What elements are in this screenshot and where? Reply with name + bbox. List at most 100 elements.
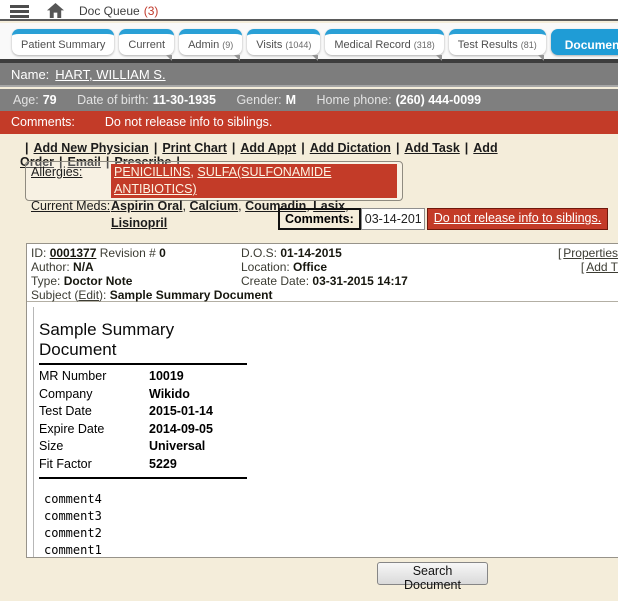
med-item[interactable]: Lisinopril	[111, 216, 167, 230]
age-value: 79	[42, 93, 57, 107]
action-link-print-chart[interactable]: Print Chart	[162, 141, 227, 155]
tab-patient-summary[interactable]: Patient Summary	[12, 29, 115, 55]
create-date-line: Create Date: 03-31-2015 14:17	[241, 274, 408, 288]
comments-label: Comments:	[278, 208, 361, 230]
age-group: Age: 79	[13, 93, 57, 107]
link-separator: |	[464, 141, 469, 155]
create-date-label: Create Date:	[241, 274, 310, 288]
document-field-row: Fit Factor 5229	[39, 456, 247, 474]
document-field-row: Size Universal	[39, 438, 247, 456]
tab-count-badge: (1044)	[285, 39, 312, 50]
queue-count-badge: (3)	[143, 4, 159, 18]
tab-label: Test Results	[457, 38, 518, 51]
field-value: 2014-09-05	[149, 421, 213, 436]
type-label: Type:	[31, 274, 61, 288]
dob-group: Date of birth: 11-30-1935	[77, 93, 216, 107]
tab-admin[interactable]: Admin (9)	[179, 29, 243, 61]
med-item[interactable]: Calcium	[190, 199, 239, 213]
tab-label: Medical Record	[334, 38, 411, 51]
subject-edit-link[interactable]: Edit	[78, 288, 99, 302]
id-label: ID:	[31, 246, 47, 260]
app-window: Doc Queue (3) Patient Summary Current Admin…	[0, 0, 618, 601]
tab-current[interactable]: Current	[119, 29, 175, 61]
action-link-add-dictation[interactable]: Add Dictation	[310, 141, 391, 155]
tab-document-s[interactable]: Document S	[550, 29, 618, 55]
home-icon[interactable]	[47, 3, 64, 18]
document-field-row: MR Number 10019	[39, 368, 247, 386]
author-line: Author: N/A	[31, 260, 272, 274]
action-link-add-new-physician[interactable]: Add New Physician	[34, 141, 149, 155]
menu-icon[interactable]	[10, 5, 29, 18]
dos-label: D.O.S:	[241, 246, 278, 260]
tab-label: Visits	[256, 38, 283, 51]
properties-link[interactable]: Properties	[563, 246, 618, 260]
patient-name-link[interactable]: HART, WILLIAM S.	[55, 67, 165, 82]
top-bar: Doc Queue (3)	[0, 0, 618, 21]
document-field-row: Test Date 2015-01-14	[39, 403, 247, 421]
add-bracket: [	[580, 260, 585, 274]
field-label: MR Number	[39, 369, 107, 383]
subject-line: Subject (Edit): Sample Summary Document	[31, 288, 272, 302]
comment-line: comment3	[44, 509, 102, 523]
tab-test-results[interactable]: Test Results (81)	[448, 29, 546, 61]
add-link[interactable]: Add T	[586, 260, 618, 274]
meds-label-cell: Current Meds:	[31, 198, 111, 232]
type-line: Type: Doctor Note	[31, 274, 272, 288]
dropdown-fold-icon	[234, 55, 241, 61]
comments-alert-bar: Comments: Do not release info to siblings…	[0, 111, 618, 134]
phone-value: (260) 444-0099	[395, 93, 482, 107]
comment-note-link[interactable]: Do not release info to siblings.	[426, 208, 609, 230]
dos-line: D.O.S: 01-14-2015	[241, 246, 408, 260]
allergies-label-cell: Allergies:	[31, 164, 111, 198]
dropdown-fold-icon	[435, 55, 442, 61]
author-label: Author:	[31, 260, 70, 274]
document-metadata: ID: 0001377 Revision # 0 Author: N/A Typ…	[27, 244, 618, 302]
metadata-middle-column: D.O.S: 01-14-2015 Location: Office Creat…	[241, 246, 408, 288]
document-viewer: Sample Summary Document MR Number 10019 Co…	[33, 307, 618, 557]
properties-bracket: [	[557, 246, 562, 260]
current-meds-link[interactable]: Current Meds:	[31, 199, 110, 213]
tab-label: Document S	[564, 37, 618, 52]
revision-value: 0	[159, 246, 166, 260]
subject-prefix: Subject (	[31, 288, 79, 302]
comment-line: comment2	[44, 526, 102, 540]
document-id-link[interactable]: 0001377	[50, 246, 97, 260]
subject-value: Sample Summary Document	[109, 288, 273, 302]
search-document-button[interactable]: Search Document	[377, 562, 488, 592]
comment-date-input[interactable]	[360, 208, 425, 230]
document-panel: ID: 0001377 Revision # 0 Author: N/A Typ…	[26, 243, 618, 558]
name-label: Name:	[11, 67, 50, 82]
document-fields: MR Number 10019 Company Wikido Test Date 2015…	[39, 368, 247, 479]
field-value: 2015-01-14	[149, 404, 213, 418]
tab-label: Current	[128, 38, 166, 51]
tab-count-badge: (9)	[222, 39, 234, 50]
tab-medical-record[interactable]: Medical Record (318)	[325, 29, 444, 61]
document-field-row: Expire Date 2014-09-05	[39, 421, 247, 439]
location-line: Location: Office	[241, 260, 408, 274]
allergy-values: PENICILLINS, SULFA(SULFONAMIDE ANTIBIOTI…	[111, 164, 397, 198]
alert-text: Do not release info to siblings.	[104, 115, 273, 129]
link-separator: |	[25, 141, 29, 155]
patient-demographics-bar: Age: 79 Date of birth: 11-30-1935 Gender: M…	[0, 89, 618, 111]
med-item[interactable]: Aspirin Oral	[111, 199, 183, 213]
med-separator: ,	[182, 199, 190, 213]
location-value: Office	[293, 260, 328, 274]
create-date-value: 03-31-2015 14:17	[312, 274, 408, 288]
type-value: Doctor Note	[63, 274, 133, 288]
dob-value: 11-30-1935	[152, 93, 216, 107]
alert-label: Comments:	[11, 115, 75, 129]
allergies-row: Allergies: PENICILLINS, SULFA(SULFONAMID…	[31, 164, 397, 198]
tab-visits[interactable]: Visits (1044)	[247, 29, 321, 61]
id-line: ID: 0001377 Revision # 0	[31, 246, 272, 260]
allergy-item[interactable]: PENICILLINS	[114, 165, 190, 179]
field-value: Wikido	[149, 386, 190, 401]
queue-title: Doc Queue	[79, 4, 140, 18]
field-label: Expire Date	[39, 421, 105, 436]
phone-group: Home phone: (260) 444-0099	[317, 93, 482, 107]
allergy-meds-panel: Allergies: PENICILLINS, SULFA(SULFONAMID…	[25, 161, 403, 230]
allergies-link[interactable]: Allergies:	[31, 165, 82, 179]
dob-label: Date of birth:	[77, 93, 149, 107]
action-link-add-appt[interactable]: Add Appt	[240, 141, 296, 155]
action-link-add-task[interactable]: Add Task	[404, 141, 459, 155]
tab-label: Admin	[188, 38, 220, 51]
